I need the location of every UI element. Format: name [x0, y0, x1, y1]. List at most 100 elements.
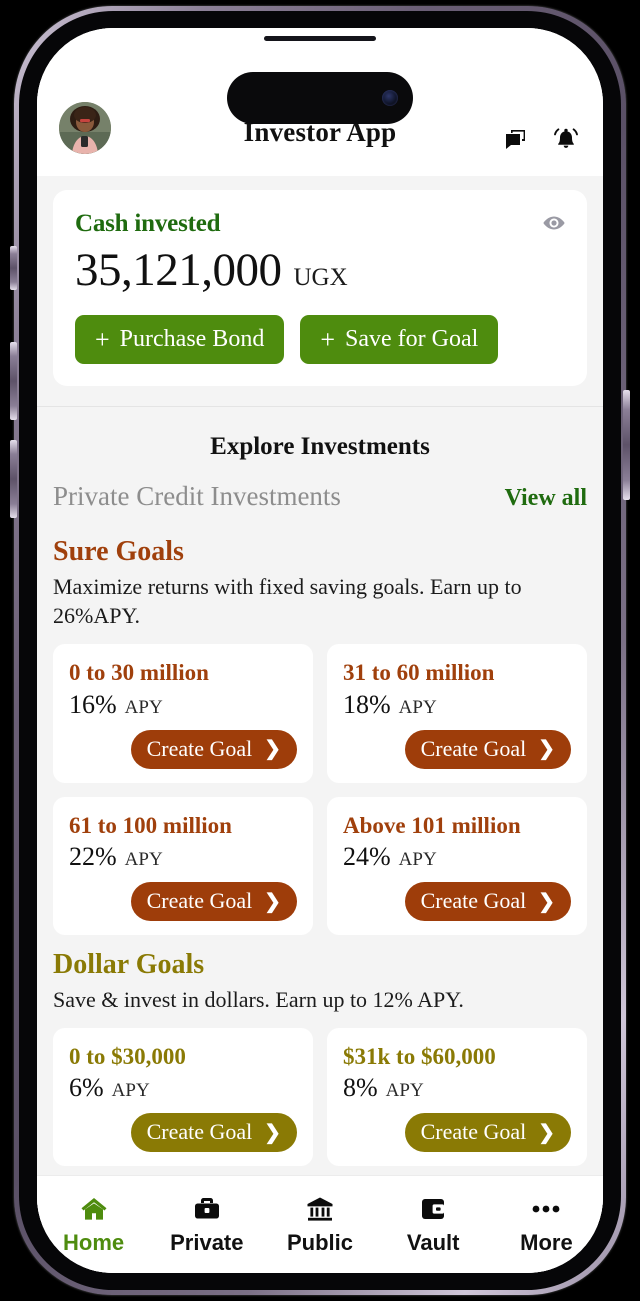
balance-currency: UGX — [293, 264, 348, 291]
goal-apy-label: APY — [385, 1080, 424, 1102]
balance-label: Cash invested — [75, 210, 221, 237]
goal-card[interactable]: 61 to 100 million 22% APY Create Goal ❯ — [53, 796, 313, 935]
create-goal-button[interactable]: Create Goal ❯ — [404, 882, 571, 921]
balance-section: Cash invested 35,121,000 UGX + Purchase … — [37, 176, 603, 407]
chevron-right-icon: ❯ — [538, 1121, 555, 1144]
volume-down-button[interactable] — [10, 440, 17, 518]
balance-value-row: 35,121,000 UGX — [75, 245, 565, 295]
plus-icon: + — [95, 324, 110, 354]
app-root: Investor App Cash invested 35,121,000 UG… — [37, 28, 603, 1273]
goal-title: $31k to $60,000 — [343, 1044, 496, 1070]
nav-label-more: More — [520, 1229, 573, 1255]
explore-investments-title: Explore Investments — [37, 407, 603, 482]
purchase-bond-label: Purchase Bond — [119, 326, 265, 353]
goal-rate-row: 8% APY — [343, 1073, 571, 1103]
goal-card[interactable]: $31k to $60,000 8% APY Create Goal ❯ — [327, 1028, 587, 1167]
goal-apy-label: APY — [398, 696, 437, 718]
chevron-right-icon: ❯ — [264, 890, 281, 913]
sure-goals-group: Sure Goals Maximize returns with fixed s… — [37, 536, 603, 935]
save-for-goal-button[interactable]: + Save for Goal — [300, 315, 499, 365]
main-scroll-area[interactable]: Cash invested 35,121,000 UGX + Purchase … — [37, 176, 603, 1273]
dollar-goals-group: Dollar Goals Save & invest in dollars. E… — [37, 949, 603, 1167]
create-goal-button[interactable]: Create Goal ❯ — [130, 882, 297, 921]
create-goal-button[interactable]: Create Goal ❯ — [404, 1113, 571, 1153]
goal-rate-row: 6% APY — [69, 1073, 297, 1103]
chat-bubbles-icon[interactable] — [501, 124, 531, 154]
goal-rate: 6% — [69, 1073, 104, 1103]
cash-invested-card: Cash invested 35,121,000 UGX + Purchase … — [53, 190, 587, 387]
nav-label-home: Home — [63, 1229, 125, 1255]
avatar[interactable] — [59, 102, 111, 154]
dollar-goals-description: Save & invest in dollars. Earn up to 12%… — [53, 987, 464, 1012]
notification-bell-icon[interactable] — [551, 124, 581, 154]
dollar-goals-title: Dollar Goals — [53, 949, 205, 980]
avatar-image — [59, 102, 111, 154]
dynamic-island — [227, 72, 413, 124]
goal-card[interactable]: 0 to 30 million 16% APY Create Goal ❯ — [53, 644, 313, 783]
wallet-icon — [418, 1194, 448, 1224]
more-dots-icon — [529, 1194, 563, 1224]
goal-rate: 8% — [343, 1073, 378, 1103]
nav-item-private[interactable]: Private — [150, 1194, 263, 1256]
sure-goals-description: Maximize returns with fixed saving goals… — [53, 574, 522, 629]
goal-title: 31 to 60 million — [343, 660, 495, 686]
create-goal-button[interactable]: Create Goal ❯ — [130, 1113, 297, 1153]
goal-apy-label: APY — [398, 849, 437, 870]
view-all-link[interactable]: View all — [505, 485, 587, 512]
goal-rate: 16% — [69, 689, 117, 719]
goal-card[interactable]: 31 to 60 million 18% APY Create Goal ❯ — [327, 644, 587, 783]
plus-icon: + — [320, 324, 335, 354]
goal-apy-label: APY — [111, 1080, 150, 1102]
earpiece-speaker — [264, 36, 376, 41]
power-button[interactable] — [623, 390, 630, 500]
sure-goals-grid: 0 to 30 million 16% APY Create Goal ❯ 31… — [53, 644, 587, 935]
goal-title: 0 to 30 million — [69, 660, 209, 686]
private-credit-label: Private Credit Investments — [53, 481, 341, 512]
goal-apy-label: APY — [124, 696, 163, 718]
goal-rate-row: 24% APY — [343, 842, 571, 872]
goal-rate: 24% — [343, 842, 391, 871]
nav-item-vault[interactable]: Vault — [377, 1194, 490, 1256]
dollar-goals-grid: 0 to $30,000 6% APY Create Goal ❯ $31k t… — [53, 1028, 587, 1167]
phone-screen: Investor App Cash invested 35,121,000 UG… — [37, 28, 603, 1273]
goal-rate-row: 22% APY — [69, 842, 297, 872]
volume-up-button[interactable] — [10, 342, 17, 420]
save-for-goal-label: Save for Goal — [345, 326, 479, 353]
nav-item-home[interactable]: Home — [37, 1194, 150, 1256]
create-goal-button[interactable]: Create Goal ❯ — [404, 729, 571, 769]
create-goal-label: Create Goal — [420, 735, 527, 761]
home-icon — [79, 1194, 109, 1224]
create-goal-label: Create Goal — [420, 888, 527, 913]
sure-goals-title: Sure Goals — [53, 536, 184, 568]
create-goal-label: Create Goal — [420, 1119, 527, 1145]
eye-visibility-icon[interactable] — [541, 210, 567, 236]
goal-card[interactable]: 0 to $30,000 6% APY Create Goal ❯ — [53, 1028, 313, 1167]
create-goal-button[interactable]: Create Goal ❯ — [130, 729, 297, 769]
goal-rate: 18% — [343, 689, 391, 719]
silence-switch[interactable] — [10, 246, 17, 290]
screenshot-root: Investor App Cash invested 35,121,000 UG… — [0, 0, 640, 1301]
balance-actions: + Purchase Bond + Save for Goal — [75, 315, 565, 365]
create-goal-label: Create Goal — [146, 735, 253, 761]
create-goal-label: Create Goal — [146, 1119, 253, 1145]
nav-item-public[interactable]: Public — [263, 1194, 376, 1256]
nav-label-private: Private — [170, 1229, 244, 1255]
goal-rate: 22% — [69, 842, 117, 871]
front-camera-icon — [382, 90, 398, 106]
nav-item-more[interactable]: More — [490, 1194, 603, 1256]
goal-title: 0 to $30,000 — [69, 1044, 186, 1070]
goal-rate-row: 18% APY — [343, 690, 571, 720]
nav-label-vault: Vault — [406, 1229, 460, 1255]
briefcase-icon — [192, 1194, 222, 1224]
nav-label-public: Public — [287, 1229, 354, 1255]
header-actions — [501, 124, 581, 154]
chevron-right-icon: ❯ — [264, 1121, 281, 1144]
purchase-bond-button[interactable]: + Purchase Bond — [75, 315, 285, 365]
goal-title: 61 to 100 million — [69, 812, 232, 838]
bank-icon — [305, 1194, 335, 1224]
chevron-right-icon: ❯ — [538, 738, 555, 761]
bottom-navigation: Home Private Public Vault More — [37, 1175, 603, 1273]
goal-card[interactable]: Above 101 million 24% APY Create Goal ❯ — [327, 796, 587, 935]
goal-title: Above 101 million — [343, 812, 521, 838]
goal-apy-label: APY — [124, 849, 163, 870]
